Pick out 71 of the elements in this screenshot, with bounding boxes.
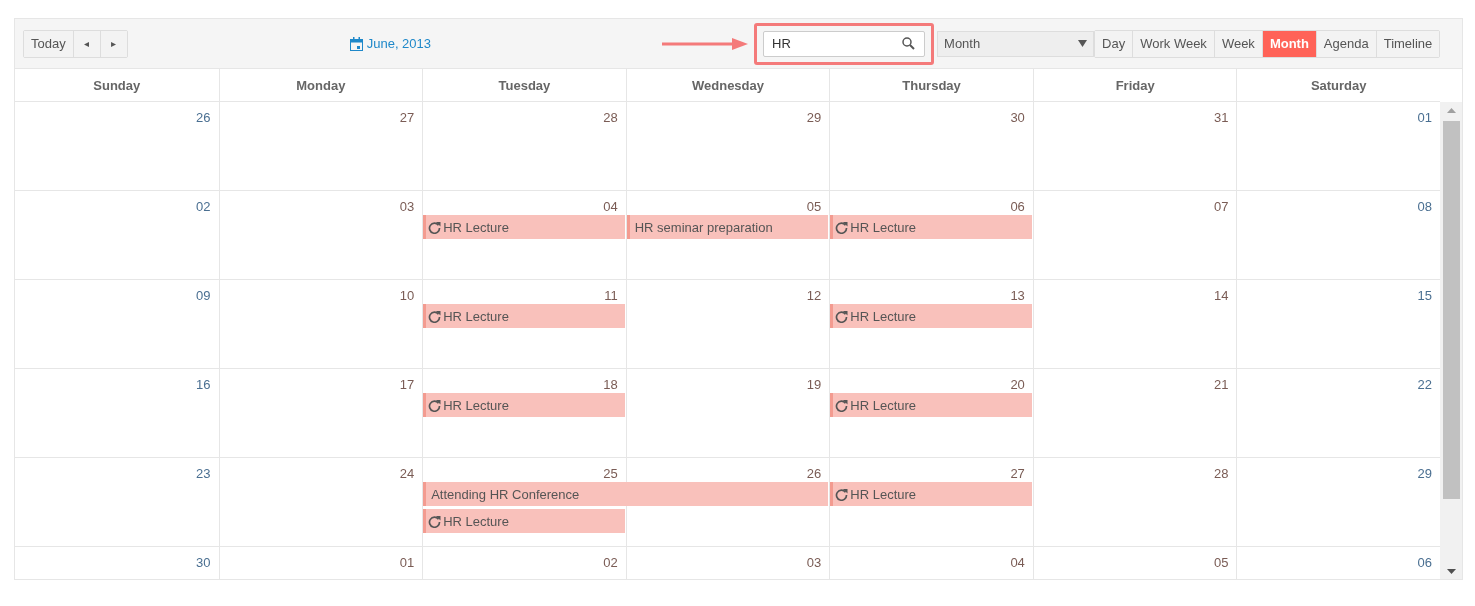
day-number: 30 xyxy=(196,555,211,571)
event-bar[interactable]: HR seminar preparation xyxy=(626,215,829,239)
search-field[interactable]: HR xyxy=(763,30,926,57)
day-number: 07 xyxy=(1213,199,1229,215)
day-number: 18 xyxy=(603,377,618,393)
event-bar[interactable]: HR Lecture xyxy=(830,215,1032,239)
day-number: 26 xyxy=(806,466,822,482)
day-number: 02 xyxy=(603,555,618,571)
weekday-header: Friday xyxy=(1032,69,1237,101)
weekday-header: Saturday xyxy=(1236,69,1440,101)
day-number: 05 xyxy=(806,199,822,215)
event-bar[interactable]: HR Lecture xyxy=(423,509,625,533)
day-number: 24 xyxy=(399,466,415,482)
search-icon xyxy=(902,36,916,50)
day-number: 29 xyxy=(806,110,822,126)
day-number: 28 xyxy=(603,110,618,126)
day-number: 03 xyxy=(806,555,822,571)
day-number: 21 xyxy=(1213,377,1229,393)
day-number: 19 xyxy=(806,377,822,393)
day-number: 06 xyxy=(1010,199,1025,215)
event-bar[interactable]: HR Lecture xyxy=(423,215,625,239)
event-bar[interactable]: HR Lecture xyxy=(830,482,1032,506)
day-number: 04 xyxy=(1010,555,1025,571)
day-number: 02 xyxy=(196,199,211,215)
day-number: 31 xyxy=(1213,110,1229,126)
scroll-down-icon[interactable] xyxy=(1446,569,1456,574)
weekday-header: Thursday xyxy=(829,69,1033,101)
day-number: 06 xyxy=(1417,555,1432,571)
event-bar[interactable]: HR Lecture xyxy=(423,304,625,328)
day-number: 03 xyxy=(399,199,415,215)
view-tab[interactable]: Month xyxy=(1261,30,1316,57)
event-bar[interactable]: HR Lecture xyxy=(423,393,625,417)
day-number: 17 xyxy=(399,377,415,393)
day-number: 09 xyxy=(196,288,211,304)
day-number: 12 xyxy=(806,288,822,304)
day-number: 14 xyxy=(1213,288,1229,304)
weekday-header: Monday xyxy=(218,69,423,101)
day-number: 22 xyxy=(1417,377,1432,393)
day-number: 15 xyxy=(1417,288,1432,304)
day-number: 25 xyxy=(603,466,618,482)
day-number: 08 xyxy=(1417,199,1432,215)
next-button[interactable]: ▸ xyxy=(99,30,127,57)
caret-icon xyxy=(1078,40,1088,47)
weekday-header: Wednesday xyxy=(625,69,830,101)
scrollbar[interactable] xyxy=(1440,102,1462,579)
day-number: 16 xyxy=(196,377,211,393)
day-number: 26 xyxy=(196,110,211,126)
day-number: 13 xyxy=(1010,288,1025,304)
day-number: 29 xyxy=(1417,466,1432,482)
calendar-icon xyxy=(349,36,363,51)
day-number: 28 xyxy=(1213,466,1229,482)
day-number: 23 xyxy=(196,466,211,482)
day-number: 01 xyxy=(399,555,415,571)
day-number: 27 xyxy=(399,110,415,126)
day-number: 05 xyxy=(1213,555,1229,571)
weekday-header: Sunday xyxy=(92,76,142,95)
day-number: 10 xyxy=(399,288,415,304)
day-number: 30 xyxy=(1010,110,1025,126)
scroll-up-icon[interactable] xyxy=(1446,108,1456,113)
view-dropdown[interactable]: Month xyxy=(937,30,1095,57)
view-tab[interactable]: Timeline xyxy=(1375,30,1440,57)
weekday-header: Tuesday xyxy=(422,69,626,101)
date-range-link[interactable]: June, 2013 xyxy=(349,36,432,51)
day-number: 04 xyxy=(603,199,618,215)
event-bar[interactable]: Attending HR Conference xyxy=(423,482,829,506)
event-bar[interactable]: HR Lecture xyxy=(830,304,1032,328)
day-number: 20 xyxy=(1010,377,1025,393)
day-number: 01 xyxy=(1417,110,1432,126)
day-number: 27 xyxy=(1010,466,1025,482)
event-bar[interactable]: HR Lecture xyxy=(830,393,1032,417)
day-number: 11 xyxy=(604,288,618,304)
